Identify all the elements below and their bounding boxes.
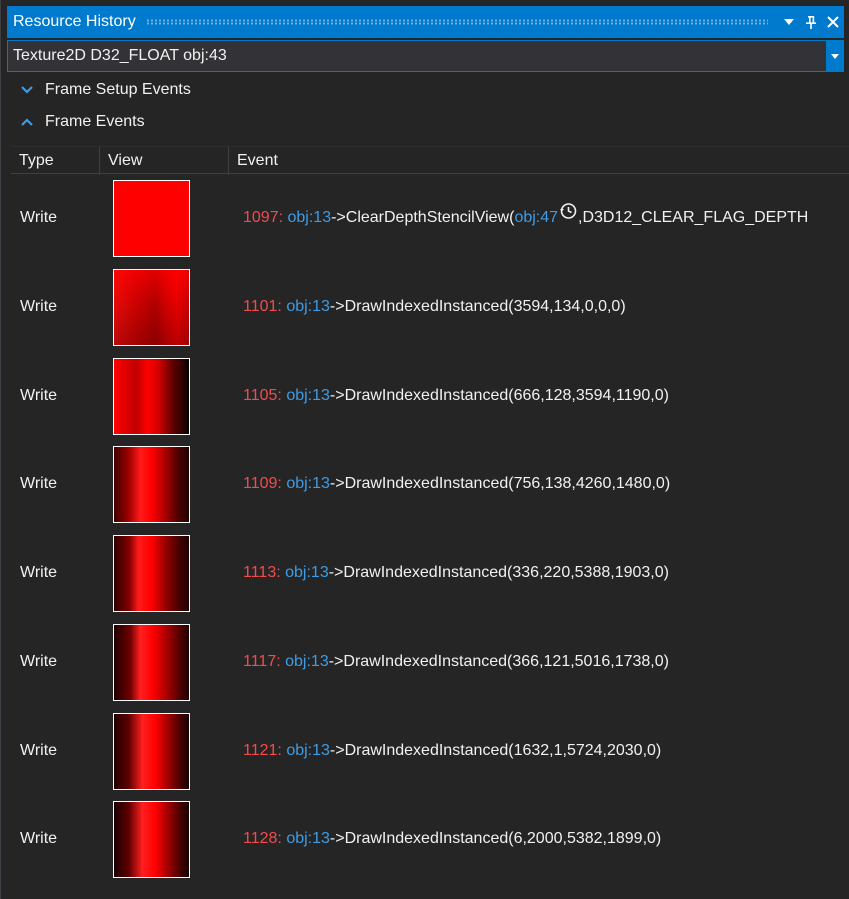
table-row[interactable]: Write 1128: obj:13->DrawIndexedInstanced(… [11,799,849,879]
pin-icon[interactable] [800,11,822,33]
event-number-link[interactable]: 1109: [243,475,282,492]
event-cell: 1113: obj:13->DrawIndexedInstanced(336,2… [243,533,669,613]
table-row[interactable]: Write 1109: obj:13->DrawIndexedInstanced(… [11,444,849,524]
resource-select-value: Texture2D D32_FLOAT obj:43 [13,47,227,64]
event-call: ->DrawIndexedInstanced(3594,134,0,0,0) [329,298,626,315]
row-type: Write [20,830,58,847]
object-link[interactable]: obj:13 [286,387,330,404]
event-cell: 1101: obj:13->DrawIndexedInstanced(3594,… [243,267,626,347]
title-grip[interactable] [145,19,768,25]
section-frame-events[interactable]: Frame Events [19,109,145,135]
column-header-event[interactable]: Event [228,147,849,175]
event-number-link[interactable]: 1097: [243,209,283,226]
close-icon[interactable] [822,11,844,33]
object-link[interactable]: obj:13 [286,742,330,759]
texture-thumbnail[interactable] [113,180,190,257]
table-row[interactable]: Write 1117: obj:13->DrawIndexedInstanced(… [11,622,849,702]
row-type: Write [20,742,58,759]
event-number-link[interactable]: 1101: [243,298,282,315]
table-row[interactable]: Write 1101: obj:13->DrawIndexedInstanced(… [11,267,849,347]
texture-thumbnail[interactable] [113,358,190,435]
object-link[interactable]: obj:13 [285,564,329,581]
row-type: Write [20,475,58,492]
section-label: Frame Setup Events [45,81,191,98]
row-type: Write [20,653,58,670]
texture-thumbnail[interactable] [113,269,190,346]
window-menu-dropdown-icon[interactable] [778,11,800,33]
chevron-down-icon[interactable] [19,82,35,98]
event-call: ->ClearDepthStencilView( [331,209,515,227]
column-header-view[interactable]: View [99,147,228,175]
combo-dropdown-button[interactable] [826,41,843,71]
object-link[interactable]: obj:13 [286,298,330,315]
column-header-type[interactable]: Type [11,147,99,175]
table-row[interactable]: Write 1121: obj:13->DrawIndexedInstanced(… [11,711,849,791]
event-cell: 1097: obj:13->ClearDepthStencilView(obj:… [243,178,808,258]
argument-object-link[interactable]: obj:47 [514,209,558,226]
event-number-link[interactable]: 1128: [243,830,282,847]
event-cell: 1128: obj:13->DrawIndexedInstanced(6,200… [243,799,661,879]
table-row[interactable]: Write 1097: obj:13->ClearDepthStencilView… [11,178,849,258]
event-cell: 1105: obj:13->DrawIndexedInstanced(666,1… [243,356,669,436]
section-label: Frame Events [45,113,145,130]
object-link[interactable]: obj:13 [286,475,330,492]
object-link[interactable]: obj:13 [288,209,332,226]
history-clock-icon[interactable] [559,176,577,256]
texture-thumbnail[interactable] [113,713,190,790]
resource-select[interactable]: Texture2D D32_FLOAT obj:43 [7,40,844,72]
texture-thumbnail[interactable] [113,446,190,523]
grid-header: Type View Event [11,146,849,175]
row-type: Write [20,387,58,404]
texture-thumbnail[interactable] [113,624,190,701]
resource-history-window: Resource History Texture2D D32_FLOAT obj… [0,0,849,899]
event-number-link[interactable]: 1113: [243,564,281,581]
event-number-link[interactable]: 1121: [243,742,282,759]
event-number-link[interactable]: 1117: [243,653,281,670]
object-link[interactable]: obj:13 [285,653,329,670]
texture-thumbnail[interactable] [113,535,190,612]
event-cell: 1121: obj:13->DrawIndexedInstanced(1632,… [243,711,661,791]
section-frame-setup-events[interactable]: Frame Setup Events [19,77,191,103]
title-bar[interactable]: Resource History [7,6,844,38]
row-type: Write [20,298,58,315]
event-call: ->DrawIndexedInstanced(666,128,3594,1190… [329,387,669,404]
chevron-up-icon[interactable] [19,114,35,130]
event-cell: 1109: obj:13->DrawIndexedInstanced(756,1… [243,444,670,524]
row-type: Write [20,564,58,581]
event-call: ->DrawIndexedInstanced(1632,1,5724,2030,… [329,742,662,759]
event-call: ->DrawIndexedInstanced(336,220,5388,1903… [328,564,669,581]
table-row[interactable]: Write 1113: obj:13->DrawIndexedInstanced(… [11,533,849,613]
texture-thumbnail[interactable] [113,801,190,878]
event-call: ->DrawIndexedInstanced(756,138,4260,1480… [329,475,671,492]
chevron-down-icon [830,53,839,59]
event-args: ,D3D12_CLEAR_FLAG_DEPTH [578,209,809,227]
row-type: Write [20,209,58,226]
event-cell: 1117: obj:13->DrawIndexedInstanced(366,1… [243,622,669,702]
window-title: Resource History [13,13,136,30]
object-link[interactable]: obj:13 [286,830,330,847]
event-number-link[interactable]: 1105: [243,387,282,404]
event-call: ->DrawIndexedInstanced(366,121,5016,1738… [328,653,669,670]
event-call: ->DrawIndexedInstanced(6,2000,5382,1899,… [329,830,662,847]
table-row[interactable]: Write 1105: obj:13->DrawIndexedInstanced(… [11,356,849,436]
